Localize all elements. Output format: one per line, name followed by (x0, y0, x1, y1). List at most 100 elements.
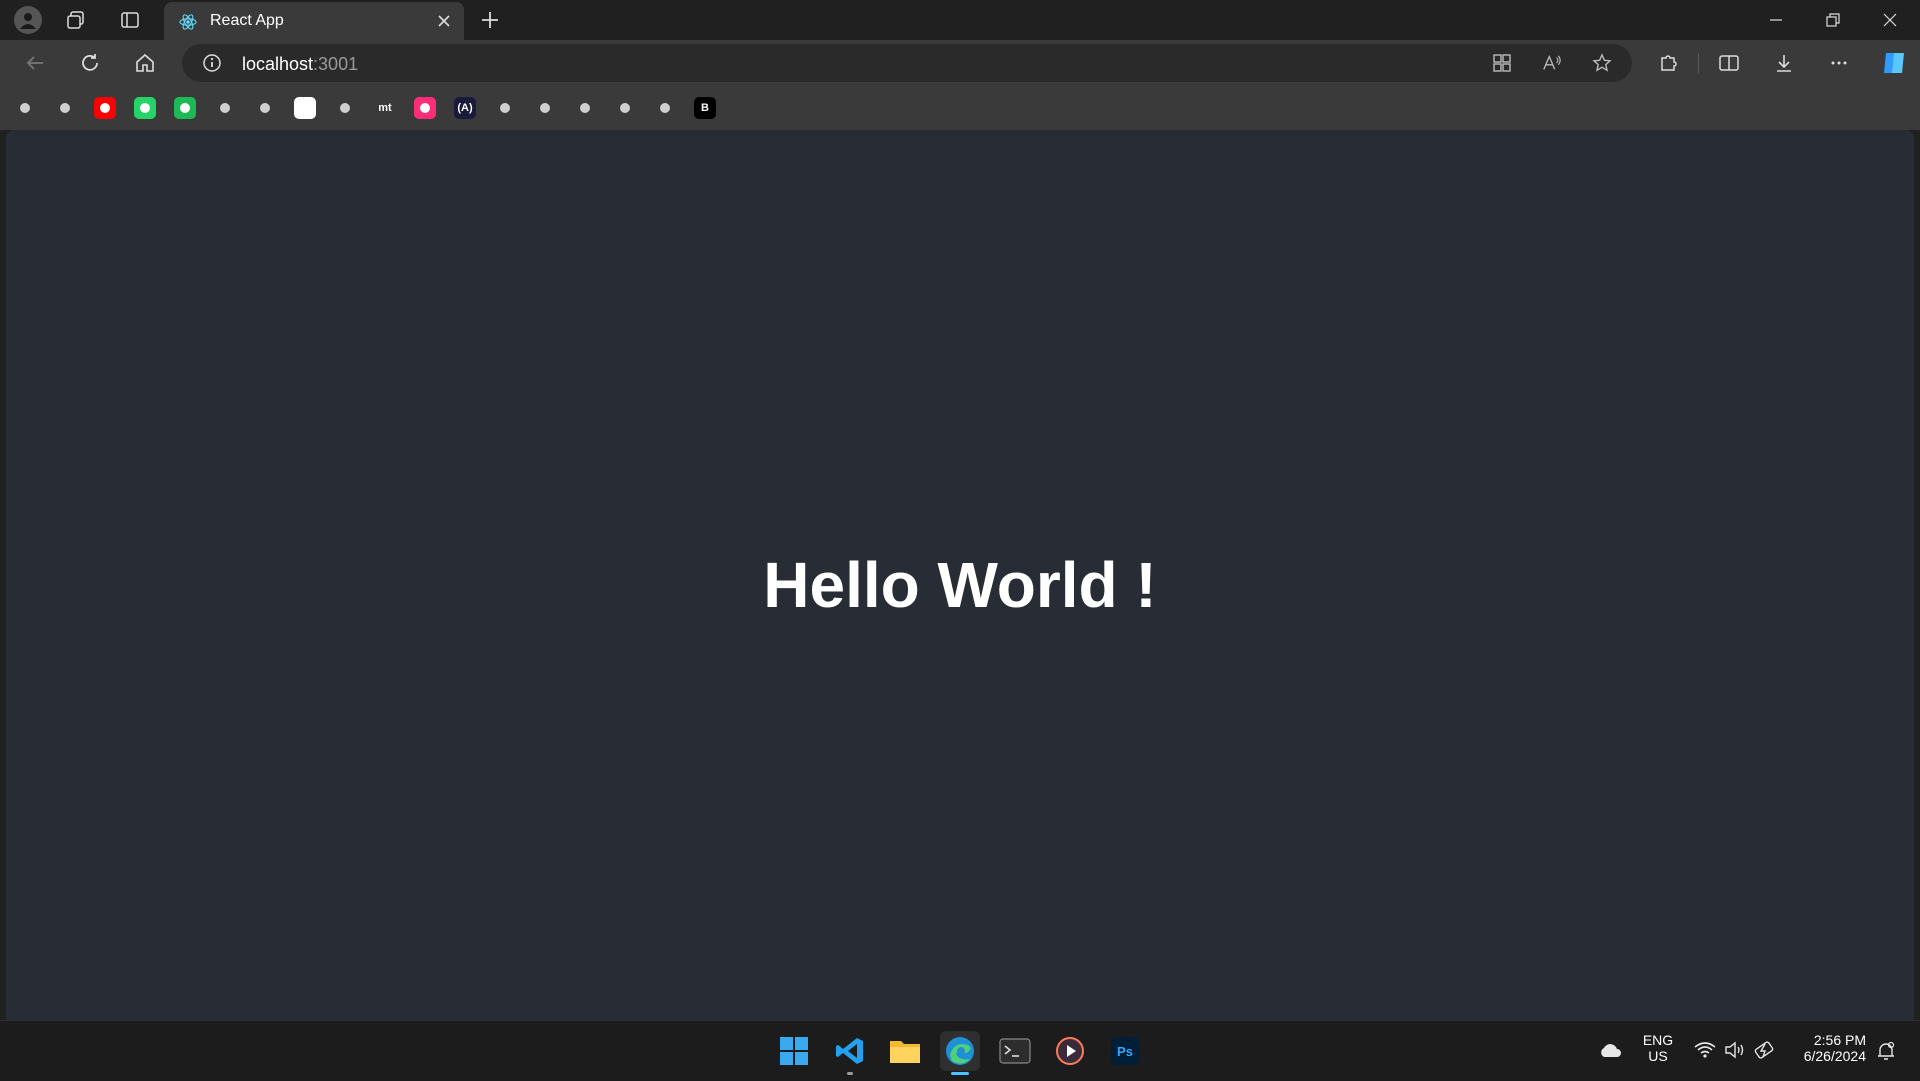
bookmark-graphql-icon[interactable] (334, 97, 356, 119)
onedrive-button[interactable] (1598, 1041, 1622, 1061)
url-text[interactable]: localhost:3001 (242, 54, 358, 75)
home-button[interactable] (132, 50, 158, 76)
plus-icon (482, 12, 498, 28)
more-menu-button[interactable] (1826, 50, 1852, 76)
clock-time: 2:56 PM (1813, 1032, 1866, 1048)
bookmark-youtube-icon[interactable] (94, 97, 116, 119)
minimize-button[interactable] (1762, 6, 1790, 34)
clock[interactable]: 2:56 PM 6/26/2024 (1790, 1032, 1866, 1064)
app-available-button[interactable] (1492, 53, 1512, 73)
windows-logo-icon (780, 1037, 808, 1065)
media-player-icon (1056, 1037, 1084, 1065)
mt-icon: mt (378, 102, 392, 114)
back-button[interactable] (22, 50, 48, 76)
address-bar[interactable]: localhost:3001 (182, 44, 1632, 82)
tab-title: React App (210, 12, 284, 29)
taskbar-file-explorer[interactable] (885, 1031, 925, 1071)
tab-react-app[interactable]: React App (164, 2, 464, 40)
spotify-icon (180, 103, 190, 113)
code-icon: (A) (457, 102, 473, 114)
terminal-icon (999, 1038, 1031, 1064)
star-icon (540, 103, 550, 113)
copilot-button[interactable] (1879, 48, 1909, 78)
volume-status[interactable] (1724, 1041, 1746, 1061)
battery-status[interactable] (1754, 1041, 1776, 1061)
bookmark-arrow-circle-icon[interactable] (214, 97, 236, 119)
site-info-icon[interactable] (202, 53, 222, 73)
bookmark-star-icon[interactable] (534, 97, 556, 119)
split-screen-button[interactable] (1716, 50, 1742, 76)
restore-button[interactable] (1819, 6, 1847, 34)
bookmark-geeksforgeeks-icon[interactable] (254, 97, 276, 119)
workspaces-button[interactable] (64, 8, 88, 32)
tab-actions-icon (121, 12, 139, 28)
download-icon (1777, 55, 1791, 72)
bookmark-code-icon[interactable]: (A) (454, 97, 476, 119)
start-button[interactable] (774, 1031, 814, 1071)
clock-date: 6/26/2024 (1803, 1048, 1866, 1064)
read-aloud-button[interactable] (1542, 53, 1562, 73)
bookmark-stackoverflow-icon[interactable] (614, 97, 636, 119)
bookmark-file-icon[interactable] (14, 97, 36, 119)
bookmark-github-icon[interactable] (654, 97, 676, 119)
active-indicator (951, 1072, 969, 1075)
restore-icon (1826, 13, 1840, 27)
puzzle-icon (1661, 55, 1677, 71)
close-icon (438, 15, 450, 27)
bookmark-google-drive-icon[interactable] (54, 97, 76, 119)
bookmark-chatgpt-icon[interactable] (294, 97, 316, 119)
profile-avatar[interactable] (14, 6, 42, 34)
refresh-button[interactable] (77, 50, 103, 76)
fire-icon (500, 103, 510, 113)
chatgpt-icon (300, 103, 310, 113)
vscode-icon (836, 1038, 863, 1064)
microsoft-icon (580, 103, 590, 113)
cloud-icon (1601, 1044, 1621, 1057)
react-logo-icon (179, 14, 197, 30)
close-window-button[interactable] (1876, 6, 1904, 34)
svg-text:Ps: Ps (1117, 1044, 1133, 1059)
github-icon (660, 103, 670, 113)
notifications-button[interactable] (1876, 1041, 1898, 1061)
bookmark-play-icon[interactable] (414, 97, 436, 119)
taskbar-vscode[interactable] (830, 1031, 870, 1075)
minimize-icon (1770, 19, 1782, 21)
wifi-status[interactable] (1694, 1041, 1716, 1061)
new-tab-button[interactable] (478, 8, 502, 32)
keyboard-region: US (1648, 1048, 1668, 1064)
taskbar-terminal[interactable] (995, 1031, 1035, 1071)
windows-taskbar: Ps ENG US 2:56 PM 6/26/2024 (0, 1020, 1920, 1081)
youtube-icon (100, 103, 110, 113)
taskbar-media-player[interactable] (1050, 1031, 1090, 1071)
photoshop-icon: Ps (1111, 1037, 1139, 1065)
language-code: ENG (1642, 1032, 1674, 1048)
bookmark-mt-icon[interactable]: mt (374, 97, 396, 119)
downloads-button[interactable] (1771, 50, 1797, 76)
tab-close-button[interactable] (434, 11, 454, 31)
favorite-button[interactable] (1592, 53, 1612, 73)
star-icon (1592, 53, 1612, 72)
refresh-icon (82, 54, 98, 71)
wifi-icon (1694, 1042, 1716, 1058)
running-indicator (847, 1072, 853, 1075)
bookmark-fire-icon[interactable] (494, 97, 516, 119)
graphql-icon (340, 103, 350, 113)
bookmark-microsoft-icon[interactable] (574, 97, 596, 119)
extensions-button[interactable] (1656, 50, 1682, 76)
back-arrow-icon (26, 56, 43, 70)
bookmark-spotify-icon[interactable] (174, 97, 196, 119)
taskbar-photoshop[interactable]: Ps (1105, 1031, 1145, 1071)
taskbar-edge[interactable] (940, 1031, 980, 1075)
bookmark-whatsapp-icon[interactable] (134, 97, 156, 119)
google-drive-icon (60, 103, 70, 113)
copilot-icon (1884, 53, 1904, 73)
notification-bell-icon (1878, 1041, 1895, 1060)
play-icon (420, 103, 430, 113)
arrow-circle-icon (220, 103, 230, 113)
language-indicator[interactable]: ENG US (1638, 1032, 1678, 1064)
stackoverflow-icon (620, 103, 630, 113)
edge-icon (946, 1037, 974, 1065)
whatsapp-icon (140, 103, 150, 113)
bookmark-b-icon[interactable]: B (694, 97, 716, 119)
vertical-tabs-button[interactable] (118, 8, 142, 32)
